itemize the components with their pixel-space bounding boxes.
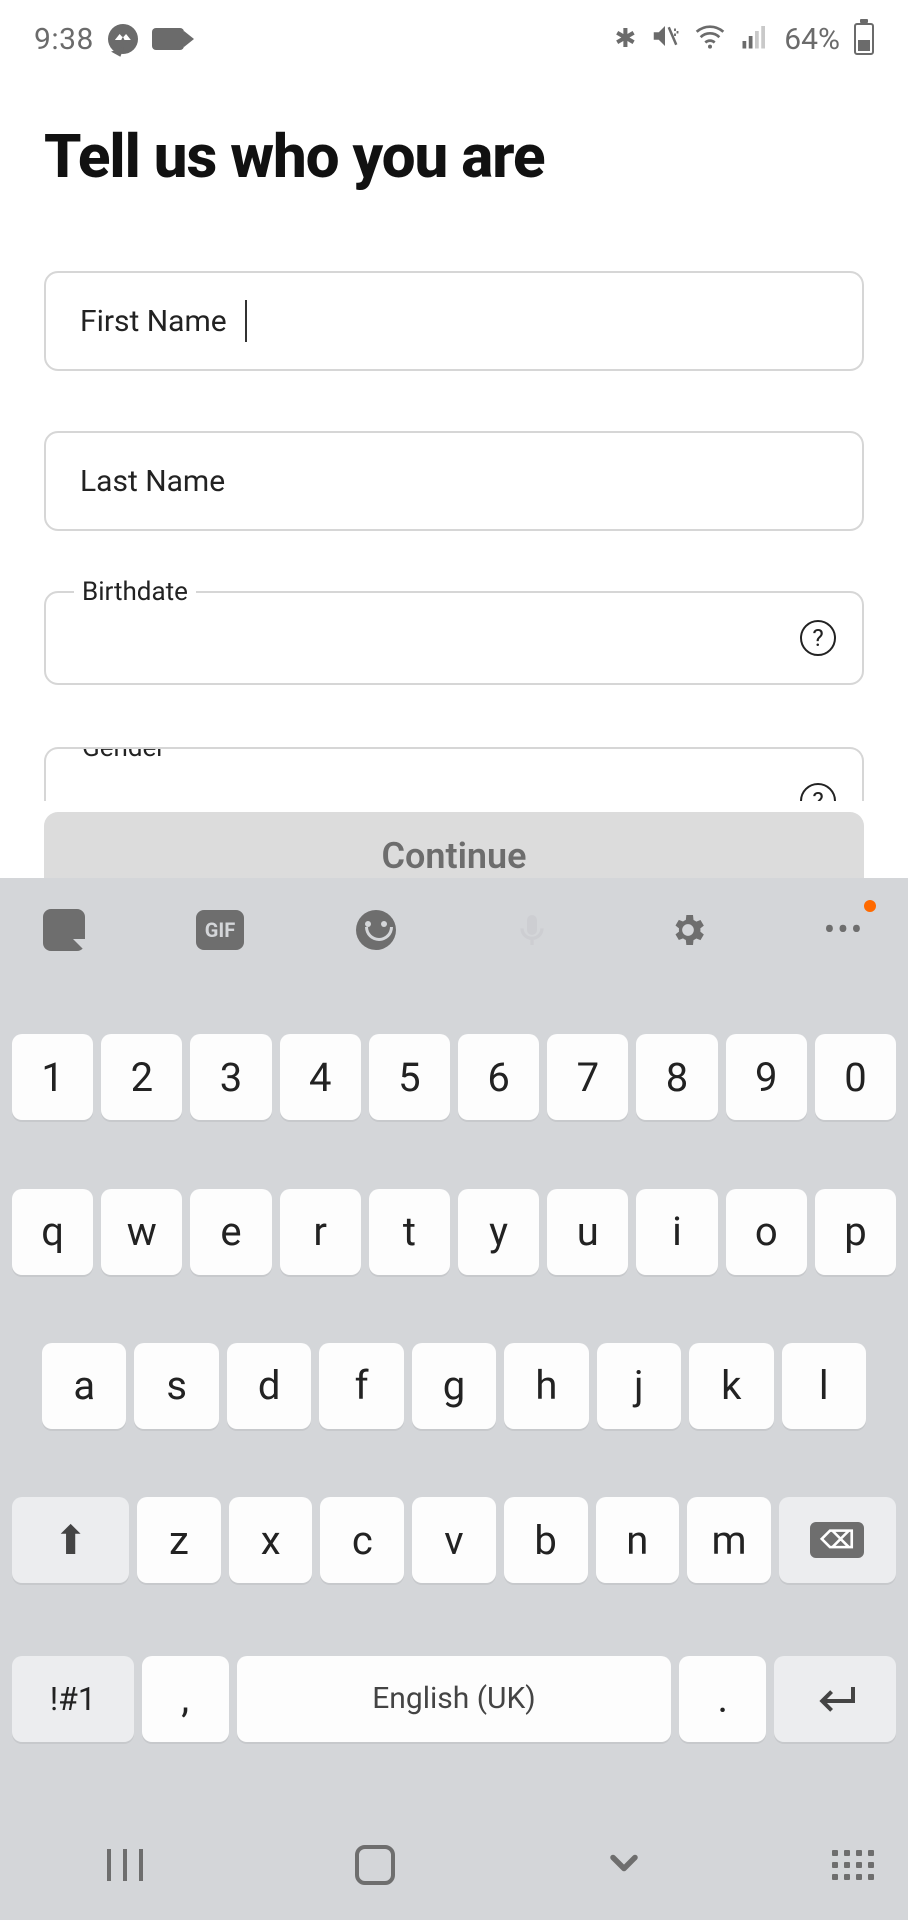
messenger-icon: [108, 24, 138, 54]
key-row-asdf: asdfghjkl: [0, 1337, 908, 1435]
signal-icon: [740, 21, 770, 58]
nav-recent[interactable]: [0, 1849, 250, 1881]
key-row-bottom: !#1 , English (UK) .: [0, 1650, 908, 1754]
sticker-icon[interactable]: [40, 906, 88, 954]
key-m[interactable]: m: [687, 1497, 771, 1583]
text-cursor: [245, 300, 247, 342]
key-y[interactable]: y: [458, 1189, 539, 1275]
first-name-label: First Name: [80, 304, 227, 339]
key-u[interactable]: u: [547, 1189, 628, 1275]
birthdate-field[interactable]: Birthdate ?: [44, 591, 864, 685]
birthdate-help-icon[interactable]: ?: [800, 620, 836, 656]
gender-help-icon[interactable]: ?: [800, 783, 836, 801]
bluetooth-icon: ✱: [615, 24, 637, 54]
key-3[interactable]: 3: [190, 1034, 271, 1120]
space-key[interactable]: English (UK): [237, 1656, 672, 1742]
key-d[interactable]: d: [227, 1343, 311, 1429]
key-row-zxcv: ⬆ zxcvbnm ⌫: [0, 1491, 908, 1593]
more-icon[interactable]: •••: [820, 906, 868, 954]
key-j[interactable]: j: [597, 1343, 681, 1429]
android-navbar: [0, 1810, 908, 1920]
birthdate-label: Birthdate: [74, 577, 196, 607]
settings-icon[interactable]: [664, 906, 712, 954]
gender-label: Gender: [74, 747, 173, 763]
form-content: Tell us who you are First Name Last Name…: [0, 72, 908, 801]
key-e[interactable]: e: [190, 1189, 271, 1275]
battery-percent: 64%: [784, 22, 840, 57]
mute-vibrate-icon: [650, 21, 680, 58]
key-v[interactable]: v: [412, 1497, 496, 1583]
key-n[interactable]: n: [596, 1497, 680, 1583]
key-0[interactable]: 0: [815, 1034, 896, 1120]
emoji-icon[interactable]: [352, 906, 400, 954]
page-title: Tell us who you are: [44, 122, 864, 191]
key-s[interactable]: s: [134, 1343, 218, 1429]
key-l[interactable]: l: [782, 1343, 866, 1429]
backspace-key[interactable]: ⌫: [779, 1497, 896, 1583]
key-a[interactable]: a: [42, 1343, 126, 1429]
key-k[interactable]: k: [689, 1343, 773, 1429]
nav-back[interactable]: [499, 1841, 749, 1889]
key-1[interactable]: 1: [12, 1034, 93, 1120]
key-8[interactable]: 8: [636, 1034, 717, 1120]
key-row-qwerty: qwertyuiop: [0, 1183, 908, 1281]
key-2[interactable]: 2: [101, 1034, 182, 1120]
video-icon: [152, 28, 184, 50]
key-4[interactable]: 4: [280, 1034, 361, 1120]
key-b[interactable]: b: [504, 1497, 588, 1583]
key-9[interactable]: 9: [726, 1034, 807, 1120]
key-w[interactable]: w: [101, 1189, 182, 1275]
key-i[interactable]: i: [636, 1189, 717, 1275]
wifi-icon: [694, 20, 726, 59]
battery-icon: [854, 23, 874, 55]
status-left: 9:38: [34, 22, 184, 57]
key-q[interactable]: q: [12, 1189, 93, 1275]
key-c[interactable]: c: [320, 1497, 404, 1583]
keyboard-toolbar: GIF •••: [0, 878, 908, 974]
shift-key[interactable]: ⬆: [12, 1497, 129, 1583]
first-name-field[interactable]: First Name: [44, 271, 864, 371]
status-bar: 9:38 ✱ 64%: [0, 0, 908, 72]
key-f[interactable]: f: [319, 1343, 403, 1429]
key-z[interactable]: z: [137, 1497, 221, 1583]
symbols-key[interactable]: !#1: [12, 1656, 134, 1742]
comma-key[interactable]: ,: [142, 1656, 229, 1742]
key-t[interactable]: t: [369, 1189, 450, 1275]
key-row-numbers: 1234567890: [0, 1030, 908, 1126]
clock: 9:38: [34, 22, 94, 57]
key-7[interactable]: 7: [547, 1034, 628, 1120]
key-p[interactable]: p: [815, 1189, 896, 1275]
period-key[interactable]: .: [679, 1656, 766, 1742]
gender-field[interactable]: Gender ?: [44, 747, 864, 801]
key-r[interactable]: r: [280, 1189, 361, 1275]
mic-icon[interactable]: [508, 906, 556, 954]
key-6[interactable]: 6: [458, 1034, 539, 1120]
key-x[interactable]: x: [229, 1497, 313, 1583]
enter-key[interactable]: [774, 1656, 896, 1742]
key-g[interactable]: g: [412, 1343, 496, 1429]
gif-icon[interactable]: GIF: [196, 906, 244, 954]
soft-keyboard: GIF ••• 1234567890 qwertyuiop asdfghjkl …: [0, 878, 908, 1920]
key-h[interactable]: h: [504, 1343, 588, 1429]
status-right: ✱ 64%: [615, 20, 875, 59]
key-o[interactable]: o: [726, 1189, 807, 1275]
key-5[interactable]: 5: [369, 1034, 450, 1120]
last-name-field[interactable]: Last Name: [44, 431, 864, 531]
nav-home[interactable]: [250, 1845, 500, 1885]
nav-keyboard-switch-icon[interactable]: [749, 1850, 908, 1880]
last-name-label: Last Name: [80, 464, 225, 499]
